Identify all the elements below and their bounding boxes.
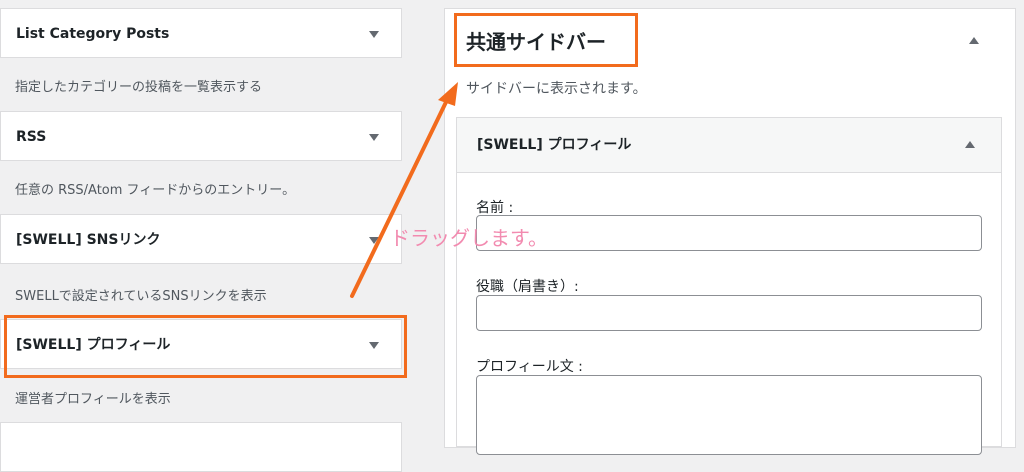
widget-description: 指定したカテゴリーの投稿を一覧表示する bbox=[15, 80, 263, 95]
title-label: 役職（肩書き）: bbox=[476, 279, 579, 295]
highlight-box-source bbox=[4, 315, 407, 378]
widget-description: 運営者プロフィールを表示 bbox=[15, 392, 171, 407]
widget-item-rss[interactable]: RSS bbox=[0, 111, 402, 161]
name-label: 名前 : bbox=[476, 200, 514, 216]
chevron-down-icon[interactable] bbox=[369, 31, 379, 38]
name-field[interactable] bbox=[476, 215, 982, 251]
sidebar-description: サイドバーに表示されます。 bbox=[466, 81, 647, 97]
highlight-box-target bbox=[454, 13, 638, 67]
drag-annotation-text: ドラッグします。 bbox=[390, 226, 548, 250]
chevron-down-icon[interactable] bbox=[369, 237, 379, 244]
widget-title: List Category Posts bbox=[16, 26, 170, 42]
widget-item-list-category-posts[interactable]: List Category Posts bbox=[0, 8, 402, 58]
profile-text-label: プロフィール文 : bbox=[476, 359, 583, 375]
profile-textarea[interactable] bbox=[476, 375, 982, 455]
widget-description: SWELLで設定されているSNSリンクを表示 bbox=[15, 289, 267, 304]
widget-title: [SWELL] SNSリンク bbox=[16, 232, 161, 248]
job-title-field[interactable] bbox=[476, 295, 982, 331]
chevron-down-icon[interactable] bbox=[369, 134, 379, 141]
chevron-up-icon[interactable] bbox=[965, 141, 975, 148]
widget-description: 任意の RSS/Atom フィードからのエントリー。 bbox=[15, 183, 296, 198]
widget-item-next[interactable] bbox=[0, 422, 402, 472]
widget-item-swell-sns-link[interactable]: [SWELL] SNSリンク bbox=[0, 214, 402, 264]
chevron-up-icon[interactable] bbox=[969, 37, 979, 44]
widget-title: RSS bbox=[16, 129, 47, 145]
sidebar-widget-title: [SWELL] プロフィール bbox=[477, 137, 632, 153]
sidebar-widget-header[interactable]: [SWELL] プロフィール bbox=[457, 118, 1001, 173]
